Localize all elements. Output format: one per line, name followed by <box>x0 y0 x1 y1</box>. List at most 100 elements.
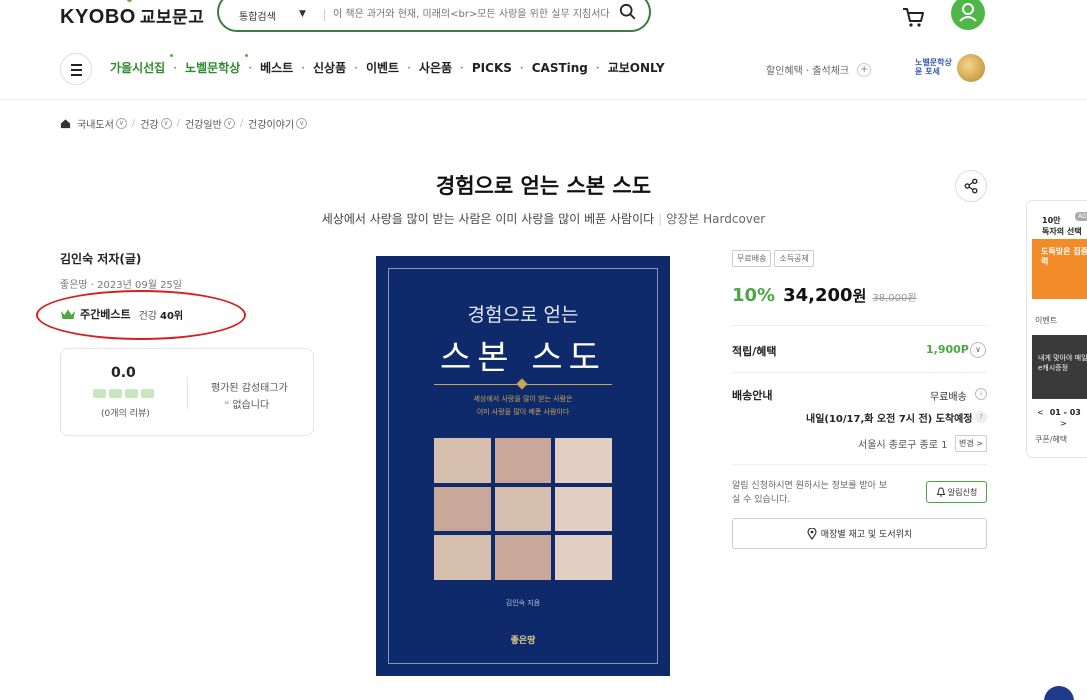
banner-pager: <01 - 03 <box>1037 408 1081 417</box>
badges: 무료배송 소득공제 <box>732 250 814 267</box>
change-address-button[interactable]: 변경 > <box>955 435 987 452</box>
logo-en: KYOBO <box>60 6 136 28</box>
event-banner-image[interactable]: 내게 맞아야 매일 e캐시증정 <box>1032 335 1087 399</box>
nav-benefits[interactable]: 할인혜택 · 출석체크 + <box>766 62 872 77</box>
main-nav: 가을시선집 · 노벨문학상 · 베스트 · 신상품 · 이벤트 · 사은품 · … <box>0 46 1087 90</box>
cover-photo-grid <box>434 438 612 580</box>
share-button[interactable] <box>955 170 987 202</box>
free-shipping-badge: 무료배송 <box>732 250 772 267</box>
divider <box>732 464 987 465</box>
author-link[interactable]: 김인숙 저자(글) <box>60 250 141 267</box>
benefits-link[interactable]: 할인혜택 · 출석체크 <box>766 62 849 77</box>
currency-unit: 원 <box>852 287 867 305</box>
tax-deduction-badge: 소득공제 <box>774 250 814 267</box>
floating-widget-button[interactable] <box>1044 686 1074 700</box>
share-icon <box>964 178 978 194</box>
breadcrumb-item[interactable]: 건강이야기 <box>248 116 294 131</box>
breadcrumb-item[interactable]: 건강 <box>140 116 158 131</box>
nav-item-new[interactable]: 신상품 <box>313 59 346 76</box>
nav-item-picks[interactable]: PICKS <box>472 61 512 75</box>
review-score: 0.0 <box>111 365 136 381</box>
coupon-link[interactable]: 쿠폰/혜택 <box>1035 434 1067 445</box>
chevron-down-icon[interactable]: ∨ <box>223 118 235 129</box>
menu-icon-line <box>71 74 82 76</box>
pager-prev-button[interactable]: < <box>1037 408 1044 417</box>
emotion-tag-text: ❝ 없습니다 <box>224 400 270 411</box>
search-icon[interactable] <box>619 3 637 21</box>
plus-icon[interactable]: + <box>857 62 872 77</box>
divider <box>732 325 987 326</box>
book-cover[interactable]: 경험으로 얻는 스본 스도 세상에서 사랑을 많이 받는 사람은 이미 사랑을 … <box>376 256 670 676</box>
menu-button[interactable] <box>60 53 92 85</box>
chevron-down-icon[interactable]: ∨ <box>115 118 127 129</box>
cover-description: 세상에서 사랑을 많이 받는 사람은 이미 사랑을 많이 베푼 사람이다 <box>473 395 573 416</box>
subtitle-text: 세상에서 사랑을 많이 받는 사람은 이미 사랑을 많이 베푼 사람이다 <box>321 212 655 226</box>
nav-item-casting[interactable]: CASTing <box>532 61 588 75</box>
logo-dot <box>127 0 132 2</box>
breadcrumb-item[interactable]: 국내도서 <box>77 116 114 131</box>
rating-icon <box>141 389 154 398</box>
search-divider <box>324 9 325 21</box>
menu-icon-line <box>71 64 82 66</box>
menu-icon-line <box>71 69 82 71</box>
price-row: 10% 34,200 원 38,000원 <box>732 285 917 306</box>
kyobo-logo[interactable]: KYOBO 교보문고 <box>60 0 204 29</box>
store-stock-button[interactable]: 매장별 재고 및 도서위치 <box>732 518 987 549</box>
nav-item-kyobo-only[interactable]: 교보ONLY <box>608 59 665 76</box>
nav-item-gift[interactable]: 사은품 <box>419 59 452 76</box>
chevron-down-icon[interactable]: ∨ <box>160 118 172 129</box>
nav-item-event[interactable]: 이벤트 <box>366 59 399 76</box>
cart-icon[interactable] <box>900 4 926 30</box>
search-input[interactable] <box>333 4 613 24</box>
location-pin-icon <box>807 527 817 540</box>
ad-title-line2: 독자의 선택 <box>1042 227 1082 236</box>
ad-banner-image[interactable]: 도둑맞은 집중력 <box>1032 239 1087 299</box>
discount-rate: 10% <box>732 285 776 306</box>
breadcrumb-item[interactable]: 건강일반 <box>185 116 222 131</box>
nobel-text: 노벨문학상 윤 포세 <box>915 58 952 76</box>
cover-title-line2: 스본 스도 <box>440 338 606 378</box>
rating-icon <box>93 389 106 398</box>
floating-sidebar: 10만 독자의 선택 AD 도둑맞은 집중력 이벤트 내게 맞아야 매일 e캐시… <box>1026 200 1087 458</box>
search-bar: 통합검색 ▼ <box>217 0 651 32</box>
chevron-down-icon[interactable]: ▼ <box>299 9 306 19</box>
review-divider <box>187 377 188 409</box>
points-value: 1,900P <box>926 343 969 356</box>
pager-next-button[interactable]: > <box>1060 419 1067 428</box>
original-price: 38,000원 <box>872 293 917 304</box>
help-icon[interactable]: ? <box>975 411 987 423</box>
product-subtitle: 세상에서 사랑을 많이 받는 사람은 이미 사랑을 많이 베푼 사람이다 | 양장본… <box>321 212 766 226</box>
emotion-tag-text: 평가된 감성태그가 <box>211 383 288 394</box>
publisher-date: 좋은땅 · 2023년 09월 25일 <box>60 280 182 291</box>
cover-author: 김인숙 지음 <box>505 599 541 607</box>
nav-items: 가을시선집 · 노벨문학상 · 베스트 · 신상품 · 이벤트 · 사은품 · … <box>110 54 665 76</box>
nav-item-nobel[interactable]: 노벨문학상 <box>185 54 249 76</box>
nobel-medal-icon <box>957 54 985 82</box>
product-title: 경험으로 얻는 스본 스도 <box>435 174 652 198</box>
points-label: 적립/혜택 <box>732 345 777 358</box>
cover-publisher-logo: 좋은땅 <box>510 636 536 646</box>
info-icon[interactable]: i <box>975 388 987 400</box>
chevron-down-icon[interactable]: ∨ <box>296 118 308 129</box>
notification-button[interactable]: 알림신청 <box>926 481 987 503</box>
user-account-button[interactable] <box>951 0 985 30</box>
review-count: (0개의 리뷰) <box>101 409 150 419</box>
search-category-select[interactable]: 통합검색 <box>239 8 276 23</box>
rating-icons <box>93 389 154 398</box>
event-label: 이벤트 <box>1035 316 1058 325</box>
home-icon[interactable] <box>60 118 71 129</box>
divider <box>732 372 987 373</box>
review-summary: 0.0 (0개의 리뷰) 평가된 감성태그가 ❝ 없습니다 <box>60 348 314 436</box>
bell-icon <box>936 487 946 497</box>
ad-tag: AD <box>1075 212 1087 221</box>
edition-text: 양장본 Hardcover <box>666 212 766 226</box>
chevron-down-icon[interactable]: ∨ <box>970 342 986 358</box>
shipping-label: 배송안내 <box>732 389 773 402</box>
rating-icon <box>109 389 122 398</box>
header: KYOBO 교보문고 통합검색 ▼ <box>0 0 1087 40</box>
nav-item-best[interactable]: 베스트 <box>260 59 293 76</box>
sale-price: 34,200 <box>783 285 853 306</box>
nav-item-autumn-poetry[interactable]: 가을시선집 <box>110 54 174 76</box>
notification-notice: 알림 신청하시면 원하시는 정보를 받아 보실 수 있습니다. <box>732 481 888 505</box>
breadcrumb: 국내도서 ∨ / 건강 ∨ / 건강일반 ∨ / 건강이야기 ∨ <box>60 116 308 131</box>
